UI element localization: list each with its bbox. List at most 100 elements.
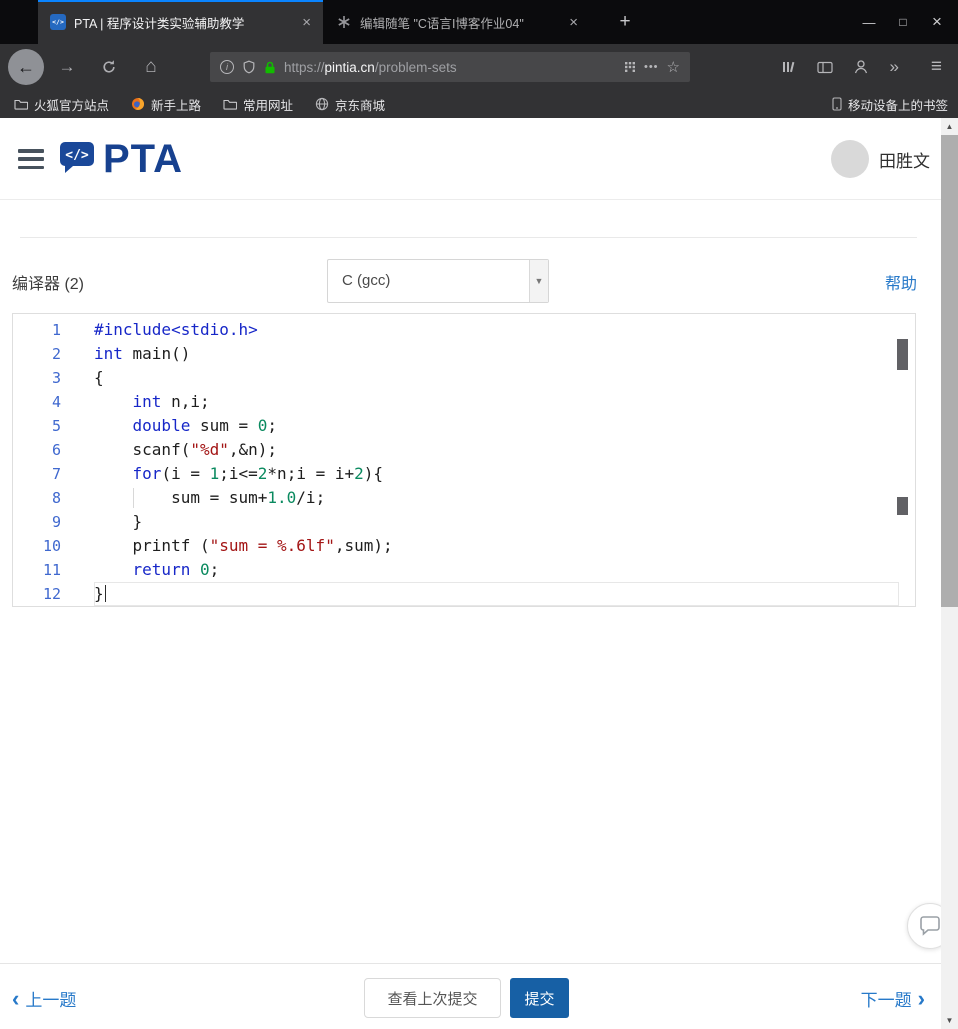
site-menu-toggle[interactable] (18, 149, 44, 169)
tracking-shield-icon[interactable] (242, 60, 256, 74)
account-icon (855, 60, 868, 74)
page-action-grid-icon[interactable] (624, 61, 636, 73)
indent-guide (132, 488, 134, 508)
browser-tab-blog[interactable]: 编辑随笔 "C语言I博客作业04" × (324, 0, 590, 44)
browser-tab-pta[interactable]: </> PTA | 程序设计类实验辅助教学 × (38, 0, 323, 44)
bookmark-label: 火狐官方站点 (34, 98, 110, 113)
window-controls: — □ × (852, 0, 954, 44)
line-number: 12 (42, 585, 61, 603)
line-number: 1 (51, 321, 61, 339)
mobile-phone-icon (832, 97, 842, 111)
url-domain: pintia.cn (324, 59, 375, 75)
prev-problem-link[interactable]: ‹ 上一题 (12, 986, 76, 1011)
mobile-bookmarks[interactable]: 移动设备上的书签 (832, 95, 948, 114)
pta-favicon-icon: </> (50, 14, 66, 30)
chevron-right-icon: › (917, 986, 925, 1011)
new-tab-button[interactable]: + (612, 10, 638, 34)
toolbar-right-icons: » ≡ (781, 44, 942, 90)
line-number: 6 (51, 441, 61, 459)
url-text: https://pintia.cn/problem-sets (284, 60, 616, 75)
account-button[interactable] (853, 59, 869, 75)
page-actions-icon[interactable]: ••• (644, 61, 659, 73)
ssl-lock-icon[interactable] (264, 61, 276, 74)
window-maximize-button[interactable]: □ (886, 15, 920, 29)
line-number: 4 (51, 393, 61, 411)
select-arrow-icon: ▼ (529, 260, 548, 302)
browser-tab-bar: </> PTA | 程序设计类实验辅助教学 × 编辑随笔 "C语言I博客作业04… (0, 0, 958, 44)
help-link[interactable]: 帮助 (885, 270, 917, 294)
bookmark-label: 常用网址 (243, 98, 294, 113)
library-button[interactable] (781, 60, 797, 74)
globe-icon (315, 97, 329, 111)
code-editor[interactable]: 1 2 3 4 5 6 7 8 9 10 11 12 #include<stdio.h> int mai… (12, 313, 916, 607)
tab-close-icon[interactable]: × (300, 15, 313, 30)
code-line[interactable]: } (94, 582, 899, 606)
view-last-submission-button[interactable]: 查看上次提交 (364, 978, 501, 1018)
scroll-up-icon[interactable]: ▲ (941, 118, 958, 135)
line-number: 3 (51, 369, 61, 387)
code-line[interactable]: int main() (94, 342, 899, 366)
tab-title: PTA | 程序设计类实验辅助教学 (74, 16, 245, 31)
bookmark-label: 京东商城 (335, 98, 386, 113)
folder-icon (14, 99, 28, 110)
bookmark-getting-started[interactable]: 新手上路 (131, 95, 201, 114)
overflow-menu-button[interactable]: » (889, 57, 898, 77)
user-avatar[interactable] (831, 140, 869, 178)
active-tab-indicator (38, 0, 323, 2)
feedback-widget-button[interactable] (907, 903, 941, 949)
code-line[interactable]: { (94, 366, 899, 390)
page-info-icon[interactable]: i (220, 60, 234, 74)
code-line[interactable]: scanf("%d",&n); (94, 438, 899, 462)
code-line[interactable]: double sum = 0; (94, 414, 899, 438)
user-box[interactable]: 田胜文 (831, 140, 930, 178)
bookmark-firefox-official[interactable]: 火狐官方站点 (14, 95, 109, 114)
sidebar-icon (817, 61, 834, 73)
hamburger-menu-button[interactable]: ≡ (931, 56, 942, 78)
library-icon (783, 61, 795, 73)
back-button[interactable]: ← (8, 49, 44, 85)
code-line[interactable]: sum = sum+1.0/i; (94, 486, 899, 510)
home-button[interactable]: ⌂ (138, 55, 164, 79)
forward-button[interactable]: → (54, 55, 80, 79)
bookmarks-bar: 火狐官方站点 新手上路 常用网址 京东商城 移动设备上的书签 (0, 90, 958, 118)
editor-scrollbar-thumb[interactable] (897, 339, 908, 370)
code-line[interactable]: return 0; (94, 558, 899, 582)
url-scheme: https:// (284, 59, 325, 75)
bookmark-common-sites[interactable]: 常用网址 (223, 95, 293, 114)
bookmark-jd-mall[interactable]: 京东商城 (315, 95, 385, 114)
tab-title: 编辑随笔 "C语言I博客作业04" (360, 16, 524, 31)
code-line[interactable]: printf ("sum = %.6lf",sum); (94, 534, 899, 558)
line-number: 9 (51, 513, 61, 531)
sidebar-toggle-button[interactable] (817, 61, 834, 74)
folder-icon (223, 99, 238, 110)
window-minimize-button[interactable]: — (852, 15, 886, 30)
bookmark-label: 新手上路 (151, 98, 202, 113)
line-number: 10 (42, 537, 61, 555)
code-line[interactable]: int n,i; (94, 390, 899, 414)
page-content: </> PTA 田胜文 编译器 (2) C (gcc) ▼ 帮助 1234567… (0, 118, 941, 1029)
editor-code[interactable]: #include<stdio.h> int main(){ int n,i; do… (94, 318, 899, 606)
code-line[interactable]: for(i = 1;i<=2*n;i = i+2){ (94, 462, 899, 486)
svg-text:</>: </> (65, 148, 89, 163)
text-cursor (104, 585, 107, 602)
scrollbar-thumb[interactable] (941, 135, 958, 607)
pta-logo[interactable]: </> PTA (55, 138, 183, 180)
tab-close-icon[interactable]: × (567, 15, 580, 30)
code-line[interactable]: #include<stdio.h> (94, 318, 899, 342)
line-number: 7 (51, 465, 61, 483)
editor-scrollbar-mark[interactable] (897, 497, 908, 515)
next-problem-link[interactable]: 下一题 › (861, 986, 925, 1011)
page-scrollbar[interactable]: ▲ ▼ (941, 118, 958, 1029)
bookmark-label: 移动设备上的书签 (847, 98, 948, 113)
compiler-selected-value: C (gcc) (342, 272, 391, 289)
scroll-down-icon[interactable]: ▼ (941, 1012, 958, 1029)
compiler-select[interactable]: C (gcc) ▼ (327, 259, 549, 303)
window-close-button[interactable]: × (920, 12, 954, 32)
code-line[interactable]: } (94, 510, 899, 534)
line-number: 2 (51, 345, 61, 363)
bookmark-star-icon[interactable]: ☆ (667, 58, 680, 76)
address-input[interactable]: i https://pintia.cn/problem-sets ••• ☆ (210, 52, 690, 82)
submit-button[interactable]: 提交 (510, 978, 569, 1018)
reload-button[interactable] (96, 55, 122, 79)
editor-gutter: 1 2 3 4 5 6 7 8 9 10 11 12 (13, 318, 81, 606)
